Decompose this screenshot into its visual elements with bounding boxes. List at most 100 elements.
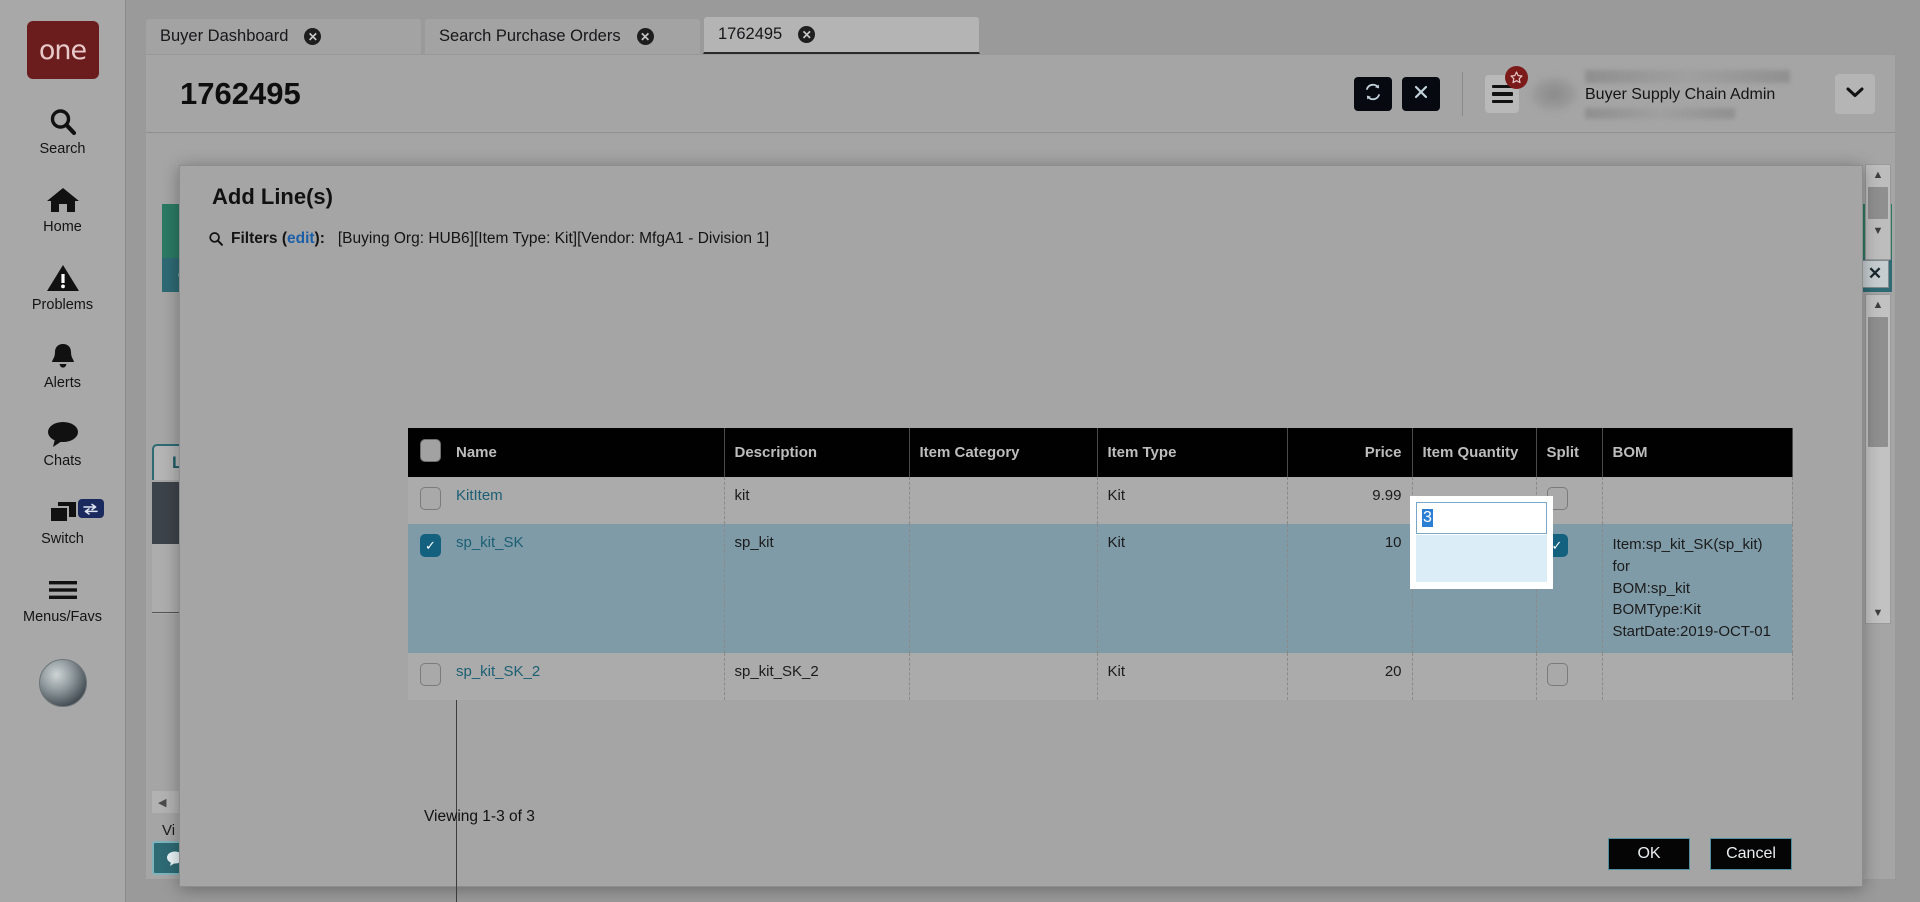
row-checkbox[interactable]: ✓ bbox=[420, 534, 441, 557]
row-checkbox[interactable] bbox=[420, 662, 441, 686]
header-menu-wrap bbox=[1485, 66, 1528, 113]
quantity-input[interactable]: 3 bbox=[1416, 502, 1547, 534]
header-actions: Buyer Supply Chain Admin bbox=[1354, 55, 1895, 133]
hamburger-icon-bar bbox=[1491, 99, 1513, 104]
column-item-category[interactable]: Item Category bbox=[909, 428, 1098, 477]
table-row[interactable]: KitItem kit Kit 9.99 bbox=[408, 477, 1793, 524]
cell-item-type: Kit bbox=[1097, 477, 1288, 524]
tab-label: Search Purchase Orders bbox=[439, 27, 621, 45]
user-role-label: Buyer Supply Chain Admin bbox=[1585, 85, 1776, 103]
scroll-down-icon[interactable]: ▼ bbox=[1866, 221, 1890, 241]
cell-split[interactable] bbox=[1536, 652, 1603, 700]
scrollbar-upper[interactable]: ▲ ▼ bbox=[1865, 164, 1891, 260]
rail-label-problems: Problems bbox=[31, 297, 94, 313]
app-area: Buyer Dashboard ✕ Search Purchase Orders… bbox=[126, 0, 1920, 902]
rail-item-menus-favs[interactable]: Menus/Favs bbox=[0, 573, 126, 625]
avatar[interactable] bbox=[38, 659, 87, 707]
bom-line: Item:sp_kit_SK(sp_kit) for bbox=[1612, 536, 1763, 575]
rail-item-problems[interactable]: Problems bbox=[0, 261, 126, 313]
cell-bom: Item:sp_kit_SK(sp_kit) for BOM:sp_kit BO… bbox=[1602, 524, 1793, 653]
user-org-redacted bbox=[1585, 107, 1735, 119]
page-header: 1762495 Buyer Supply Chain Admin bbox=[146, 55, 1895, 133]
chat-bubble-icon bbox=[46, 417, 80, 451]
user-menu-button[interactable] bbox=[1835, 74, 1875, 114]
refresh-icon bbox=[1363, 82, 1383, 107]
cell-description: sp_kit_SK_2 bbox=[724, 652, 910, 700]
tab-buyer-dashboard[interactable]: Buyer Dashboard ✕ bbox=[145, 18, 422, 54]
rail-label-switch: Switch bbox=[41, 531, 84, 547]
scrollbar-thumb[interactable] bbox=[1868, 317, 1888, 447]
cell-bom bbox=[1602, 477, 1793, 524]
rail-item-chats[interactable]: Chats bbox=[0, 417, 126, 469]
rail-label-search: Search bbox=[39, 141, 86, 157]
refresh-button[interactable] bbox=[1354, 77, 1392, 111]
column-name[interactable]: Name bbox=[446, 428, 725, 477]
row-select-cell[interactable]: ✓ bbox=[408, 524, 446, 653]
close-page-button[interactable] bbox=[1402, 77, 1440, 111]
add-lines-modal: Add Line(s) Filters ( edit ): [Buying Or… bbox=[179, 165, 1863, 902]
scrollbar-thumb[interactable] bbox=[1868, 187, 1888, 219]
column-price[interactable]: Price bbox=[1287, 428, 1413, 477]
scroll-up-icon[interactable]: ▲ bbox=[1866, 295, 1890, 315]
item-name-link[interactable]: sp_kit_SK_2 bbox=[456, 663, 540, 680]
cell-name[interactable]: sp_kit_SK_2 bbox=[446, 652, 725, 700]
rail-item-alerts[interactable]: Alerts bbox=[0, 339, 126, 391]
rail-item-home[interactable]: Home bbox=[0, 183, 126, 235]
filters-edit-link[interactable]: edit bbox=[287, 230, 315, 248]
user-info-block: Buyer Supply Chain Admin bbox=[1585, 69, 1835, 119]
column-split[interactable]: Split bbox=[1536, 428, 1603, 477]
filters-colon: ): bbox=[314, 230, 325, 247]
page-shell: 1762495 Buyer Supply Chain Admin ✕ ▲ ▼ ▲… bbox=[145, 54, 1896, 902]
rail-item-search[interactable]: Search bbox=[0, 105, 126, 157]
select-all-header[interactable] bbox=[408, 428, 446, 477]
close-icon[interactable]: ✕ bbox=[304, 28, 322, 45]
column-description[interactable]: Description bbox=[724, 428, 910, 477]
scroll-down-icon[interactable]: ▼ bbox=[1866, 603, 1890, 623]
table-row[interactable]: sp_kit_SK_2 sp_kit_SK_2 Kit 20 bbox=[408, 652, 1793, 700]
row-checkbox[interactable] bbox=[420, 487, 441, 510]
select-all-checkbox[interactable] bbox=[420, 439, 441, 462]
one-network-logo[interactable]: one bbox=[26, 21, 99, 79]
scroll-left-icon[interactable]: ◀ bbox=[158, 796, 166, 809]
row-select-cell[interactable] bbox=[408, 477, 446, 524]
close-icon bbox=[1412, 83, 1430, 106]
search-icon bbox=[47, 105, 79, 139]
row-select-cell[interactable] bbox=[408, 652, 446, 700]
split-checkbox[interactable] bbox=[1546, 662, 1568, 686]
rail-label-alerts: Alerts bbox=[43, 375, 82, 391]
table-row[interactable]: ✓ sp_kit_SK sp_kit Kit 10 ✓ Item:sp_kit_… bbox=[408, 524, 1793, 653]
cell-item-category bbox=[909, 524, 1098, 653]
close-icon[interactable]: ✕ bbox=[798, 26, 816, 43]
close-icon[interactable]: ✕ bbox=[636, 28, 654, 45]
filters-label: Filters bbox=[231, 230, 278, 247]
close-icon[interactable]: ✕ bbox=[1861, 260, 1889, 288]
cell-item-quantity[interactable] bbox=[1412, 652, 1537, 700]
cell-name[interactable]: KitItem bbox=[446, 477, 725, 524]
rail-item-switch[interactable]: Switch bbox=[0, 495, 126, 547]
quantity-input-value: 3 bbox=[1422, 509, 1433, 527]
user-avatar[interactable] bbox=[1531, 77, 1577, 111]
rail-label-menus-favs: Menus/Favs bbox=[23, 609, 102, 625]
quantity-suggestion-panel[interactable] bbox=[1416, 535, 1547, 582]
cancel-button[interactable]: Cancel bbox=[1710, 838, 1792, 870]
item-name-link[interactable]: sp_kit_SK bbox=[456, 534, 524, 551]
scroll-up-icon[interactable]: ▲ bbox=[1866, 165, 1890, 185]
column-bom[interactable]: BOM bbox=[1602, 428, 1793, 477]
column-item-type[interactable]: Item Type bbox=[1097, 428, 1288, 477]
cell-price: 9.99 bbox=[1287, 477, 1413, 524]
cell-price: 10 bbox=[1287, 524, 1413, 653]
column-item-quantity[interactable]: Item Quantity bbox=[1412, 428, 1537, 477]
rail-label-home: Home bbox=[43, 219, 82, 235]
home-icon bbox=[46, 183, 80, 217]
item-name-link[interactable]: KitItem bbox=[456, 487, 503, 504]
cell-name[interactable]: sp_kit_SK bbox=[446, 524, 725, 653]
swap-arrows-icon[interactable] bbox=[77, 499, 104, 518]
star-icon[interactable] bbox=[1505, 66, 1528, 89]
cell-item-type: Kit bbox=[1097, 524, 1288, 653]
scrollbar-main[interactable]: ▲ ▼ bbox=[1865, 294, 1891, 624]
ok-button[interactable]: OK bbox=[1608, 838, 1690, 870]
tab-1762495[interactable]: 1762495 ✕ bbox=[703, 16, 980, 54]
hamburger-icon-bar bbox=[1491, 92, 1513, 96]
bom-line: BOM:sp_kit BOMType:Kit bbox=[1612, 579, 1701, 619]
tab-search-purchase-orders[interactable]: Search Purchase Orders ✕ bbox=[424, 18, 701, 54]
